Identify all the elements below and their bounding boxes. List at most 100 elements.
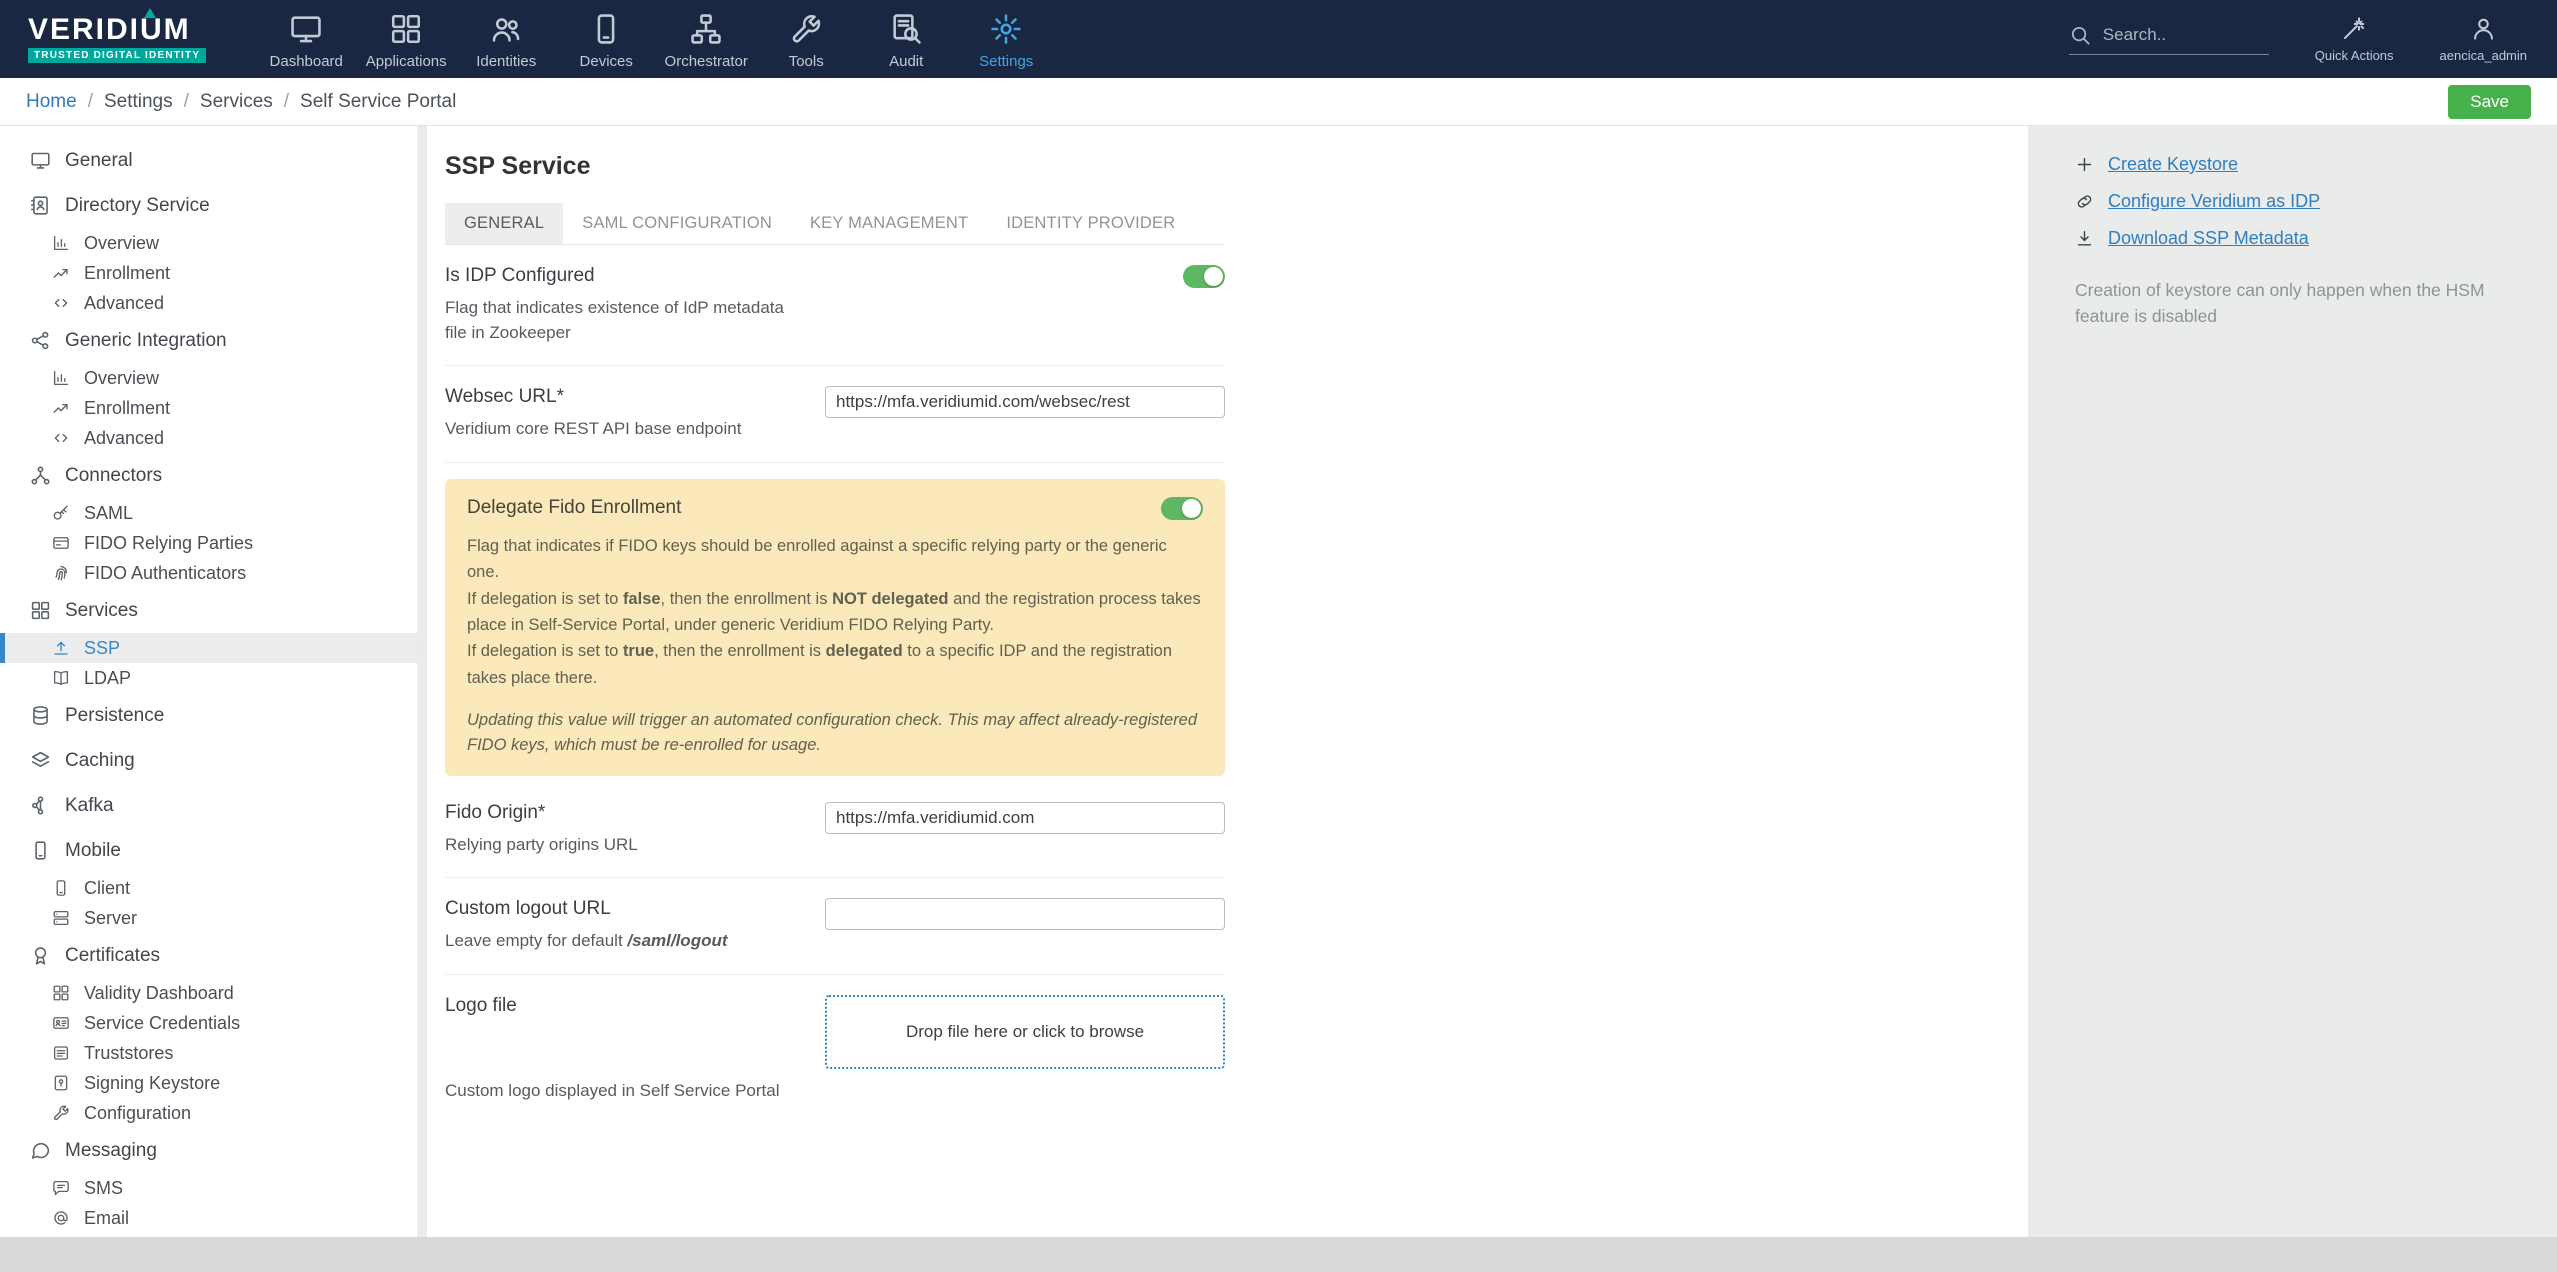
nav-item-tools[interactable]: Tools	[756, 3, 856, 76]
sidebar-item-caching[interactable]: Caching	[0, 738, 417, 783]
sidebar-item-advanced[interactable]: Advanced	[0, 423, 417, 453]
sidebar-item-saml[interactable]: SAML	[0, 498, 417, 528]
sidebar-item-server[interactable]: Server	[0, 903, 417, 933]
sidebar-item-mobile[interactable]: Mobile	[0, 828, 417, 873]
tab-identity-provider[interactable]: IDENTITY PROVIDER	[987, 203, 1194, 244]
breadcrumb-item-settings[interactable]: Settings	[104, 91, 173, 113]
nav-item-label: Settings	[979, 52, 1034, 70]
sidebar-item-advanced[interactable]: Advanced	[0, 288, 417, 318]
sidebar-item-ssp[interactable]: SSP	[0, 633, 417, 663]
share-icon	[30, 330, 51, 351]
custom-logout-url-input[interactable]	[825, 898, 1225, 931]
download-ssp-metadata-link[interactable]: Download SSP Metadata	[2075, 228, 2527, 249]
sidebar-item-configuration[interactable]: Configuration	[0, 1098, 417, 1128]
sidebar-item-label: FIDO Authenticators	[84, 562, 247, 583]
breadcrumb-item-services[interactable]: Services	[200, 91, 273, 113]
tab-key-management[interactable]: KEY MANAGEMENT	[791, 203, 987, 244]
sidebar-item-sms[interactable]: SMS	[0, 1173, 417, 1203]
nav-item-applications[interactable]: Applications	[356, 3, 456, 76]
field-row-is-idp-configured: Is IDP Configured Flag that indicates ex…	[445, 245, 1225, 367]
award-icon	[30, 945, 51, 966]
nav-item-identities[interactable]: Identities	[456, 3, 556, 76]
is-idp-configured-toggle[interactable]	[1183, 265, 1225, 288]
server-icon	[52, 909, 70, 927]
link-label: Create Keystore	[2108, 154, 2239, 174]
breadcrumb-bar: Home / Settings / Services / Self Service Port…	[0, 78, 2557, 126]
wrench-icon	[52, 1104, 70, 1122]
sidebar-item-kafka[interactable]: Kafka	[0, 783, 417, 828]
sidebar-item-service-credentials[interactable]: Service Credentials	[0, 1008, 417, 1038]
quick-actions-button[interactable]: Quick Actions	[2315, 15, 2394, 63]
websec-url-input[interactable]	[825, 386, 1225, 419]
mobile-icon	[52, 879, 70, 897]
veridium-logo: VERIDIUM TRUSTED DIGITAL IDENTITY	[28, 8, 207, 63]
logo-file-dropzone[interactable]: Drop file here or click to browse	[825, 995, 1225, 1070]
nav-item-settings[interactable]: Settings	[956, 3, 1056, 76]
sidebar-item-directory-service[interactable]: Directory Service	[0, 183, 417, 228]
tab-general[interactable]: GENERAL	[445, 203, 564, 244]
tab-saml-configuration[interactable]: SAML CONFIGURATION	[563, 203, 791, 244]
logo-title: VERIDIUM	[28, 13, 191, 46]
monitor-icon	[289, 12, 323, 46]
sidebar-item-fido-authenticators[interactable]: FIDO Authenticators	[0, 558, 417, 588]
sidebar-item-label: Advanced	[84, 427, 165, 448]
breadcrumb: Home / Settings / Services / Self Service Port…	[26, 91, 456, 113]
create-keystore-link[interactable]: Create Keystore	[2075, 154, 2527, 175]
sidebar-item-overview[interactable]: Overview	[0, 363, 417, 393]
layers-icon	[30, 750, 51, 771]
sidebar-item-client[interactable]: Client	[0, 873, 417, 903]
settings-sidebar: General Directory Service Overview Enrollme…	[0, 126, 417, 1237]
sidebar-item-truststores[interactable]: Truststores	[0, 1038, 417, 1068]
delegate-fido-toggle[interactable]	[1161, 496, 1203, 520]
sidebar-item-messaging[interactable]: Messaging	[0, 1128, 417, 1173]
nav-item-dashboard[interactable]: Dashboard	[256, 3, 356, 76]
is-idp-configured-description: Flag that indicates existence of IdP met…	[445, 298, 784, 342]
at-icon	[52, 1209, 70, 1227]
sidebar-item-general[interactable]: General	[0, 138, 417, 183]
nav-item-label: Tools	[788, 52, 824, 70]
breadcrumb-item-home[interactable]: Home	[26, 91, 77, 113]
keystore-hsm-note: Creation of keystore can only happen whe…	[2075, 280, 2485, 327]
save-button[interactable]: Save	[2448, 84, 2531, 119]
nav-item-label: Applications	[365, 52, 447, 70]
configure-veridium-as-idp-link[interactable]: Configure Veridium as IDP	[2075, 191, 2527, 212]
sidebar-item-enrollment[interactable]: Enrollment	[0, 393, 417, 423]
top-navbar: VERIDIUM TRUSTED DIGITAL IDENTITY Dashbo…	[0, 0, 2557, 78]
quick-actions-label: Quick Actions	[2314, 48, 2394, 63]
sidebar-item-label: Connectors	[65, 464, 163, 486]
sidebar-item-validity-dashboard[interactable]: Validity Dashboard	[0, 978, 417, 1008]
nav-item-audit[interactable]: Audit	[856, 3, 956, 76]
grid-icon	[52, 984, 70, 1002]
sidebar-item-connectors[interactable]: Connectors	[0, 453, 417, 498]
search-input[interactable]	[2100, 24, 2260, 46]
nav-item-orchestrator[interactable]: Orchestrator	[656, 3, 756, 76]
nav-item-devices[interactable]: Devices	[556, 3, 656, 76]
sidebar-item-generic-integration[interactable]: Generic Integration	[0, 318, 417, 363]
sidebar-item-ldap[interactable]: LDAP	[0, 663, 417, 693]
chart-icon	[52, 234, 70, 252]
sidebar-item-services[interactable]: Services	[0, 588, 417, 633]
ssp-general-form: Is IDP Configured Flag that indicates ex…	[445, 245, 1225, 1101]
page-title: SSP Service	[445, 152, 591, 180]
delegate-fido-enrollment-panel: Delegate Fido Enrollment Flag that indic…	[445, 478, 1225, 776]
sidebar-item-fido-relying-parties[interactable]: FIDO Relying Parties	[0, 528, 417, 558]
sidebar-item-label: Kafka	[65, 794, 114, 816]
sidebar-item-label: Service Credentials	[84, 1012, 241, 1033]
database-icon	[30, 705, 51, 726]
sidebar-item-signing-keystore[interactable]: Signing Keystore	[0, 1068, 417, 1098]
sidebar-item-label: General	[65, 149, 133, 171]
breadcrumb-item-self-service-portal: Self Service Portal	[300, 90, 457, 112]
sidebar-item-overview[interactable]: Overview	[0, 228, 417, 258]
sidebar-item-certificates[interactable]: Certificates	[0, 933, 417, 978]
sidebar-item-label: Overview	[84, 232, 160, 253]
sidebar-item-label: Client	[84, 877, 131, 898]
fido-origin-input[interactable]	[825, 801, 1225, 834]
grid-icon	[30, 600, 51, 621]
breadcrumb-separator: /	[87, 90, 93, 112]
sidebar-item-email[interactable]: Email	[0, 1203, 417, 1233]
sidebar-item-label: Configuration	[84, 1102, 192, 1123]
user-menu[interactable]: aencica_admin	[2440, 15, 2527, 63]
sidebar-item-enrollment[interactable]: Enrollment	[0, 258, 417, 288]
chart-icon	[52, 369, 70, 387]
sidebar-item-persistence[interactable]: Persistence	[0, 693, 417, 738]
